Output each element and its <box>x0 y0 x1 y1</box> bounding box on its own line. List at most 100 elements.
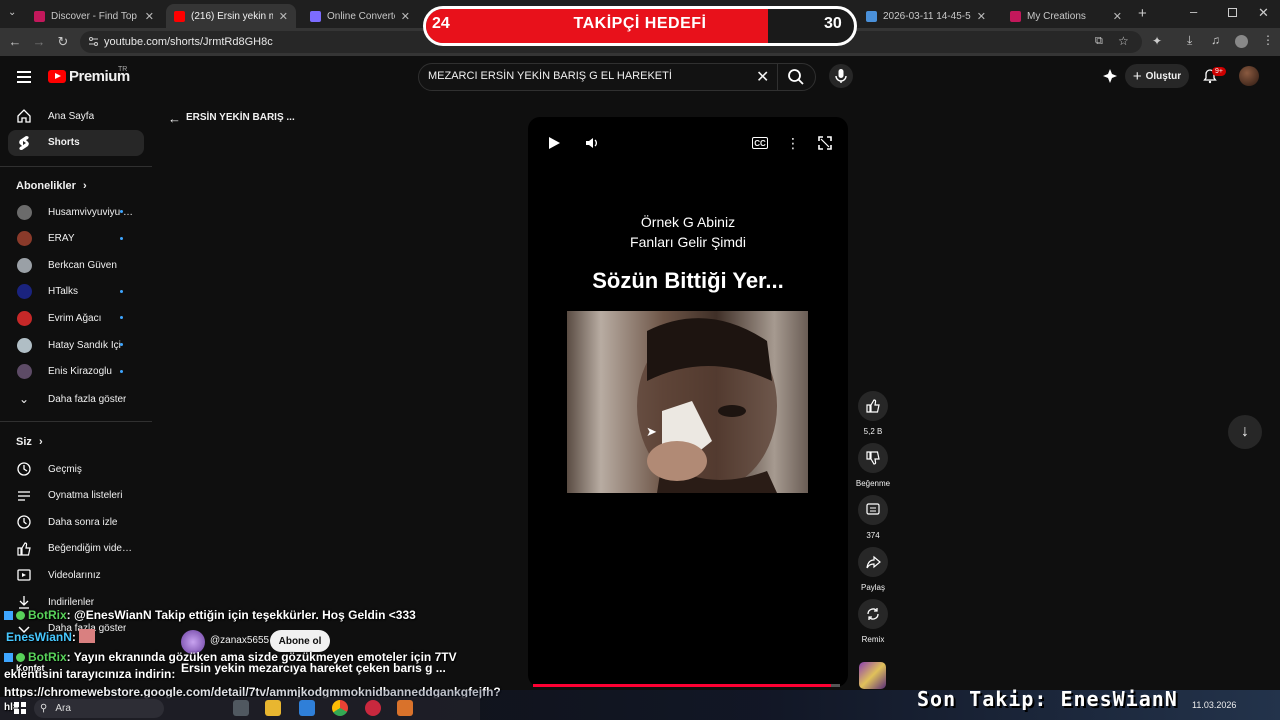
clear-search-icon[interactable]: ✕ <box>756 67 769 87</box>
volume-icon[interactable] <box>584 135 600 151</box>
bookmark-star-icon[interactable]: ☆ <box>1118 34 1129 48</box>
next-short-button[interactable]: ↓ <box>1228 415 1262 449</box>
captions-cc-icon[interactable]: CC <box>752 137 768 149</box>
back-arrow-icon[interactable]: ← <box>168 111 181 126</box>
start-button-icon[interactable] <box>14 702 26 714</box>
site-info-icon[interactable] <box>88 36 99 47</box>
sidebar-item[interactable]: Ana Sayfa <box>8 103 144 129</box>
subscription-item[interactable]: HTalks <box>8 279 144 305</box>
share-button[interactable] <box>858 547 888 577</box>
tab-favicon-icon <box>174 10 185 22</box>
bot-badge-icon <box>4 653 13 662</box>
chrome-icon[interactable] <box>332 700 348 716</box>
comments-button[interactable] <box>858 495 888 525</box>
tab-favicon-icon <box>310 10 321 22</box>
voice-search-button[interactable] <box>829 64 853 88</box>
install-app-icon[interactable]: ⧉ <box>1095 35 1103 48</box>
like-button[interactable] <box>858 391 888 421</box>
share-label: Paylaş <box>860 583 885 592</box>
obs-icon[interactable] <box>365 700 381 716</box>
share-arrow-icon <box>866 555 881 569</box>
sidebar-item[interactable]: Videolarınız <box>8 562 144 588</box>
task-view-icon[interactable] <box>233 700 249 716</box>
dislike-button[interactable] <box>858 443 888 473</box>
video-caption-main: Sözün Bittiği Yer... <box>592 268 784 293</box>
forward-icon[interactable]: → <box>31 34 47 49</box>
play-icon[interactable] <box>546 135 562 151</box>
minimize-icon[interactable]: – <box>1190 4 1197 19</box>
new-content-dot <box>120 210 123 213</box>
channel-avatar <box>16 310 32 326</box>
store-icon[interactable] <box>299 700 315 716</box>
create-button[interactable]: + Oluştur <box>1125 64 1189 88</box>
sidebar-divider <box>0 166 152 167</box>
like-count: 5,2 B <box>863 427 883 436</box>
browser-tab[interactable]: My Creations ✕ <box>1002 4 1130 28</box>
close-tab-icon[interactable]: ✕ <box>279 10 288 23</box>
playlist-icon <box>18 490 30 501</box>
subscription-item[interactable]: Hatay Sandık İçi <box>8 332 144 358</box>
live-studio-icon[interactable] <box>1102 68 1118 84</box>
sidebar-item[interactable]: Oynatma listeleri <box>8 483 144 509</box>
subscriptions-label: Abonelikler <box>16 180 76 192</box>
search-input[interactable]: MEZARCI ERSİN YEKİN BARIŞ G EL HAREKETİ <box>428 70 672 82</box>
taskbar-search[interactable]: ⚲ Ara <box>34 699 164 718</box>
browser-tab[interactable]: (216) Ersin yekin mez... ✕ <box>166 4 296 28</box>
browser-tab[interactable]: Online Converter - Conve... ✕ <box>302 4 418 28</box>
verified-badge-icon <box>16 611 25 620</box>
subscription-item[interactable]: Berkcan Güven <box>8 252 144 278</box>
region-code: TR <box>118 66 128 73</box>
browser-tab[interactable]: 2026-03-11 14-45-50.gif ✕ <box>858 4 994 28</box>
downloads-icon[interactable]: ⤓ <box>1187 33 1192 48</box>
subscription-item[interactable]: Husamvivyuviyu K... <box>8 199 144 225</box>
new-tab-button[interactable]: + <box>1138 5 1147 22</box>
hamburger-menu-icon[interactable] <box>17 71 31 86</box>
search-icon[interactable] <box>787 68 805 86</box>
subs-show-more[interactable]: ⌄ Daha fazla göster <box>8 386 144 412</box>
photos-app-icon[interactable] <box>397 700 413 716</box>
more-options-icon[interactable]: ⋮ <box>785 135 801 151</box>
shorts-back-title[interactable]: ERSİN YEKİN BARIŞ ... <box>186 112 295 123</box>
browser-tab[interactable]: Discover - Find Top Blerp... ✕ <box>26 4 162 28</box>
account-avatar[interactable] <box>1239 66 1259 86</box>
remix-button[interactable] <box>858 599 888 629</box>
close-tab-icon[interactable]: ✕ <box>1113 10 1122 23</box>
chevron-down-icon: ⌄ <box>18 392 30 406</box>
channel-handle[interactable]: @zanax5655 <box>210 635 269 646</box>
youtube-logo-icon[interactable] <box>48 70 66 83</box>
home-icon <box>17 109 31 123</box>
profile-icon[interactable] <box>1235 35 1248 48</box>
follower-goal-max: 30 <box>824 15 842 32</box>
file-explorer-icon[interactable] <box>265 700 281 716</box>
chat-message-2: EnesWianN: <box>6 629 96 644</box>
sidebar-item[interactable]: Daha sonra izle <box>8 509 144 535</box>
close-tab-icon[interactable]: ✕ <box>145 10 154 23</box>
subscription-item[interactable]: Enis Kirazoglu <box>8 359 144 385</box>
subscription-item[interactable]: Evrim Ağacı <box>8 305 144 331</box>
close-tab-icon[interactable]: ✕ <box>401 10 410 23</box>
chat-text: : <box>71 630 76 644</box>
subscriptions-heading[interactable]: Abonelikler › <box>16 180 87 192</box>
tab-search-icon[interactable]: ⌄ <box>8 7 16 18</box>
follower-goal-current: 24 <box>432 15 450 32</box>
dislike-label: Beğenme <box>855 479 891 488</box>
video-progress-bar[interactable] <box>533 684 831 687</box>
extensions-icon[interactable]: ✦ <box>1152 34 1162 48</box>
sound-thumbnail[interactable] <box>859 662 886 689</box>
you-heading[interactable]: Siz › <box>16 436 43 448</box>
subscribe-button[interactable]: Abone ol <box>270 630 330 652</box>
media-controls-icon[interactable]: ♫ <box>1211 33 1220 47</box>
fullscreen-icon[interactable] <box>817 135 833 151</box>
tab-title: (216) Ersin yekin mez... <box>191 10 273 22</box>
close-window-icon[interactable]: ✕ <box>1258 5 1269 21</box>
maximize-icon[interactable] <box>1228 8 1237 17</box>
sidebar-item[interactable]: Geçmiş <box>8 456 144 482</box>
sidebar-item[interactable]: Shorts <box>8 129 144 156</box>
browser-menu-icon[interactable]: ⋮ <box>1262 33 1274 47</box>
back-icon[interactable]: ← <box>7 34 23 49</box>
sidebar-item[interactable]: Beğendiğim videolar <box>8 536 144 562</box>
close-tab-icon[interactable]: ✕ <box>977 10 986 23</box>
subscription-item[interactable]: ERAY <box>8 226 144 252</box>
thumb-down-icon <box>866 451 880 465</box>
reload-icon[interactable]: ↻ <box>55 34 71 50</box>
